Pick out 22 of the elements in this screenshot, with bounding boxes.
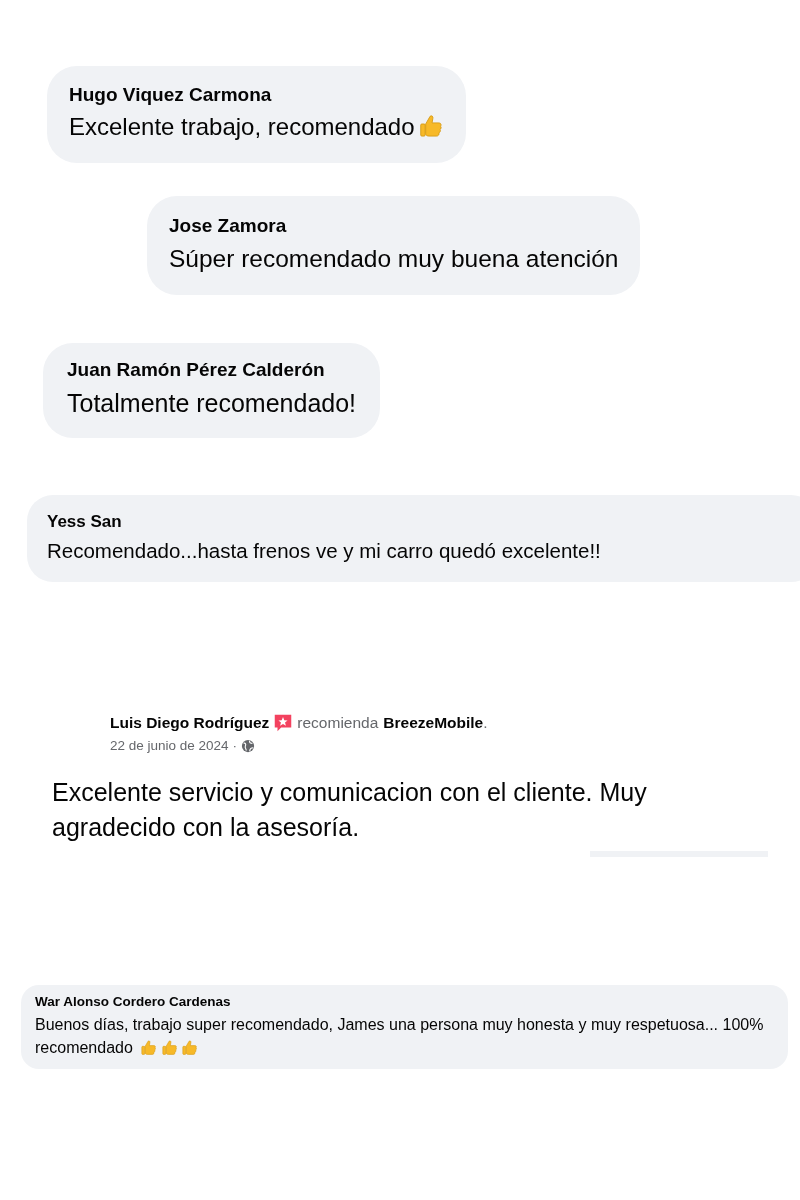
post-body: Excelente servicio y comunicacion con el cliente. Muy agradecido con la asesoría. — [52, 777, 648, 844]
separator-dot: · — [232, 738, 238, 754]
comment-text: Recomendado...hasta frenos ve y mi carro quedó excelente!! — [47, 537, 602, 564]
thumbs-up-icon — [140, 1039, 158, 1057]
comment-text: Excelente trabajo, recomendado — [69, 110, 444, 145]
comment-author[interactable]: Juan Ramón Pérez Calderón — [67, 359, 357, 382]
post-date[interactable]: 22 de junio de 2024 — [110, 738, 229, 754]
comment-author[interactable]: Jose Zamora — [169, 214, 619, 237]
thumbs-up-icon — [417, 113, 444, 140]
comment-author[interactable]: War Alonso Cordero Cardenas — [35, 994, 774, 1010]
comment-text: Totalmente recomendado! — [67, 388, 357, 420]
comment-author[interactable]: Hugo Viquez Carmona — [69, 84, 444, 106]
post-author[interactable]: Luis Diego Rodríguez — [110, 714, 270, 733]
comment-author[interactable]: Yess San — [47, 511, 797, 532]
page-link[interactable]: BreezeMobile — [383, 714, 484, 733]
thumbs-up-icon — [181, 1039, 200, 1057]
thumbs-up-icon — [160, 1039, 179, 1057]
period-mark: . — [483, 714, 488, 733]
comment-text: Súper recomendado muy buena atención — [169, 243, 619, 274]
comment-text: Buenos días, trabajo super recomendado, James una persona muy honesta y muy respetuosa... 100% recomendado — [35, 1015, 765, 1059]
globe-icon — [241, 738, 256, 753]
recommends-label: recomienda — [297, 714, 379, 733]
